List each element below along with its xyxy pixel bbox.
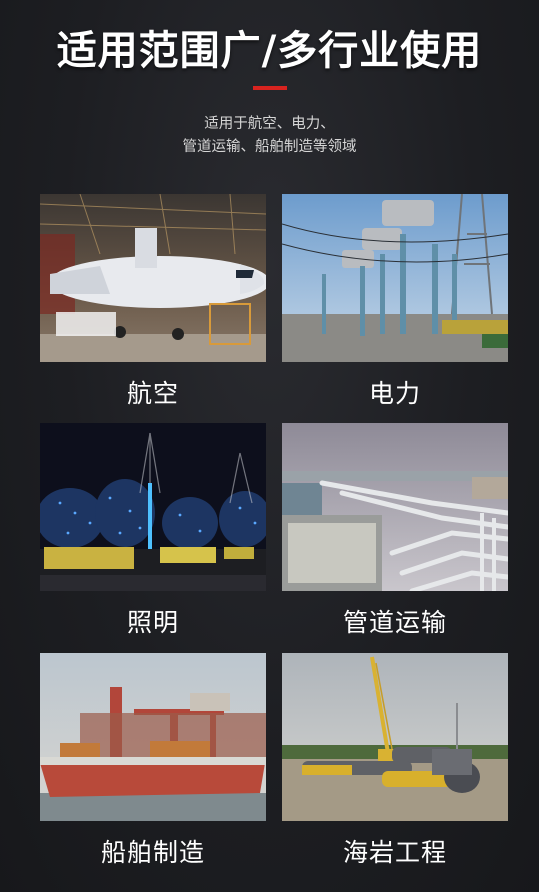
industry-label-aviation: 航空 (126, 379, 179, 408)
night-lighting-photo (40, 423, 266, 591)
pipeline-plant-photo (282, 423, 508, 591)
page-title: 适用范围广/多行业使用 (56, 28, 483, 74)
industry-label-engineering: 海岩工程 (342, 838, 447, 867)
shipyard-photo (40, 653, 266, 821)
industry-card-aviation: 航空 (40, 194, 266, 410)
industry-card-engineering: 海岩工程 (282, 653, 508, 869)
power-substation-photo (282, 194, 508, 362)
industry-label-pipeline: 管道运输 (342, 608, 447, 637)
subtitle-line-1: 适用于航空、电力、 (204, 116, 335, 132)
industry-card-power: 电力 (282, 194, 508, 410)
pipe-construction-site-photo (282, 653, 508, 821)
title-accent-bar (253, 86, 287, 90)
industry-card-lighting: 照明 (40, 423, 266, 639)
subtitle-line-2: 管道运输、船舶制造等领域 (182, 139, 357, 155)
industry-label-shipbuilding: 船舶制造 (100, 838, 205, 867)
industry-label-lighting: 照明 (126, 608, 179, 637)
aircraft-hangar-photo (40, 194, 266, 362)
industry-label-power: 电力 (368, 379, 421, 408)
industry-card-shipbuilding: 船舶制造 (40, 653, 266, 869)
industry-card-pipeline: 管道运输 (282, 423, 508, 639)
page-subtitle: 适用于航空、电力、 管道运输、船舶制造等领域 (0, 113, 539, 159)
